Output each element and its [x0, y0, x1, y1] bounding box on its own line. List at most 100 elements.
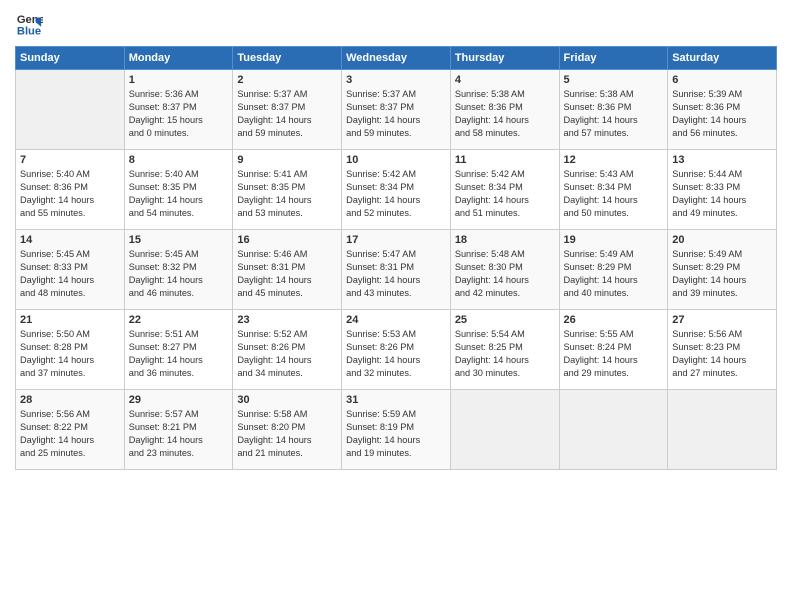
day-number: 17 [346, 234, 446, 246]
calendar-cell [16, 70, 125, 150]
day-info: Sunrise: 5:52 AM Sunset: 8:26 PM Dayligh… [237, 328, 337, 380]
calendar-cell: 11Sunrise: 5:42 AM Sunset: 8:34 PM Dayli… [450, 150, 559, 230]
day-info: Sunrise: 5:49 AM Sunset: 8:29 PM Dayligh… [564, 248, 664, 300]
day-header-thursday: Thursday [450, 47, 559, 70]
day-info: Sunrise: 5:40 AM Sunset: 8:35 PM Dayligh… [129, 168, 229, 220]
header: General Blue [15, 10, 777, 38]
calendar-cell [450, 390, 559, 470]
calendar-cell: 12Sunrise: 5:43 AM Sunset: 8:34 PM Dayli… [559, 150, 668, 230]
day-info: Sunrise: 5:45 AM Sunset: 8:33 PM Dayligh… [20, 248, 120, 300]
calendar-cell: 22Sunrise: 5:51 AM Sunset: 8:27 PM Dayli… [124, 310, 233, 390]
week-row-4: 21Sunrise: 5:50 AM Sunset: 8:28 PM Dayli… [16, 310, 777, 390]
day-info: Sunrise: 5:49 AM Sunset: 8:29 PM Dayligh… [672, 248, 772, 300]
calendar-cell: 21Sunrise: 5:50 AM Sunset: 8:28 PM Dayli… [16, 310, 125, 390]
day-number: 7 [20, 154, 120, 166]
svg-text:Blue: Blue [17, 25, 41, 37]
calendar-cell: 8 Sunrise: 5:40 AM Sunset: 8:35 PM Daylig… [124, 150, 233, 230]
day-number: 19 [564, 234, 664, 246]
day-header-sunday: Sunday [16, 47, 125, 70]
day-header-monday: Monday [124, 47, 233, 70]
week-row-2: 7 Sunrise: 5:40 AM Sunset: 8:36 PM Daylig… [16, 150, 777, 230]
calendar-cell: 6 Sunrise: 5:39 AM Sunset: 8:36 PM Daylig… [668, 70, 777, 150]
day-info: Sunrise: 5:48 AM Sunset: 8:30 PM Dayligh… [455, 248, 555, 300]
day-number: 8 [129, 154, 229, 166]
day-number: 13 [672, 154, 772, 166]
day-info: Sunrise: 5:37 AM Sunset: 8:37 PM Dayligh… [237, 88, 337, 140]
calendar-cell: 9Sunrise: 5:41 AM Sunset: 8:35 PM Daylig… [233, 150, 342, 230]
day-info: Sunrise: 5:37 AM Sunset: 8:37 PM Dayligh… [346, 88, 446, 140]
day-info: Sunrise: 5:44 AM Sunset: 8:33 PM Dayligh… [672, 168, 772, 220]
day-number: 15 [129, 234, 229, 246]
calendar-cell: 15 Sunrise: 5:45 AM Sunset: 8:32 PM Dayli… [124, 230, 233, 310]
calendar-cell: 30 Sunrise: 5:58 AM Sunset: 8:20 PM Dayli… [233, 390, 342, 470]
logo: General Blue [15, 10, 45, 38]
day-header-wednesday: Wednesday [342, 47, 451, 70]
calendar-cell: 10 Sunrise: 5:42 AM Sunset: 8:34 PM Dayli… [342, 150, 451, 230]
day-info: Sunrise: 5:55 AM Sunset: 8:24 PM Dayligh… [564, 328, 664, 380]
day-number: 20 [672, 234, 772, 246]
day-info: Sunrise: 5:42 AM Sunset: 8:34 PM Dayligh… [346, 168, 446, 220]
day-info: Sunrise: 5:50 AM Sunset: 8:28 PM Dayligh… [20, 328, 120, 380]
calendar-cell: 18 Sunrise: 5:48 AM Sunset: 8:30 PM Dayli… [450, 230, 559, 310]
day-info: Sunrise: 5:41 AM Sunset: 8:35 PM Dayligh… [237, 168, 337, 220]
calendar-cell: 25 Sunrise: 5:54 AM Sunset: 8:25 PM Dayli… [450, 310, 559, 390]
calendar-cell: 13 Sunrise: 5:44 AM Sunset: 8:33 PM Dayli… [668, 150, 777, 230]
calendar-cell: 19 Sunrise: 5:49 AM Sunset: 8:29 PM Dayli… [559, 230, 668, 310]
day-number: 12 [564, 154, 664, 166]
day-number: 23 [237, 314, 337, 326]
calendar-cell: 16 Sunrise: 5:46 AM Sunset: 8:31 PM Dayli… [233, 230, 342, 310]
day-number: 25 [455, 314, 555, 326]
main-container: General Blue SundayMondayTuesdayWednesda… [0, 0, 792, 612]
day-number: 18 [455, 234, 555, 246]
day-number: 31 [346, 394, 446, 406]
day-info: Sunrise: 5:54 AM Sunset: 8:25 PM Dayligh… [455, 328, 555, 380]
day-info: Sunrise: 5:58 AM Sunset: 8:20 PM Dayligh… [237, 408, 337, 460]
day-info: Sunrise: 5:46 AM Sunset: 8:31 PM Dayligh… [237, 248, 337, 300]
week-row-3: 14Sunrise: 5:45 AM Sunset: 8:33 PM Dayli… [16, 230, 777, 310]
week-row-1: 1 Sunrise: 5:36 AM Sunset: 8:37 PM Daylig… [16, 70, 777, 150]
day-number: 22 [129, 314, 229, 326]
calendar-cell: 23 Sunrise: 5:52 AM Sunset: 8:26 PM Dayli… [233, 310, 342, 390]
day-number: 24 [346, 314, 446, 326]
day-info: Sunrise: 5:36 AM Sunset: 8:37 PM Dayligh… [129, 88, 229, 140]
day-number: 16 [237, 234, 337, 246]
day-number: 4 [455, 74, 555, 86]
day-info: Sunrise: 5:57 AM Sunset: 8:21 PM Dayligh… [129, 408, 229, 460]
calendar-cell: 26 Sunrise: 5:55 AM Sunset: 8:24 PM Dayli… [559, 310, 668, 390]
day-info: Sunrise: 5:59 AM Sunset: 8:19 PM Dayligh… [346, 408, 446, 460]
calendar-cell: 14Sunrise: 5:45 AM Sunset: 8:33 PM Dayli… [16, 230, 125, 310]
day-info: Sunrise: 5:53 AM Sunset: 8:26 PM Dayligh… [346, 328, 446, 380]
day-number: 26 [564, 314, 664, 326]
calendar-cell: 28Sunrise: 5:56 AM Sunset: 8:22 PM Dayli… [16, 390, 125, 470]
logo-icon: General Blue [15, 10, 43, 38]
day-number: 29 [129, 394, 229, 406]
day-number: 6 [672, 74, 772, 86]
calendar-table: SundayMondayTuesdayWednesdayThursdayFrid… [15, 46, 777, 470]
day-number: 10 [346, 154, 446, 166]
header-row: SundayMondayTuesdayWednesdayThursdayFrid… [16, 47, 777, 70]
calendar-cell: 24 Sunrise: 5:53 AM Sunset: 8:26 PM Dayli… [342, 310, 451, 390]
day-number: 2 [237, 74, 337, 86]
day-info: Sunrise: 5:40 AM Sunset: 8:36 PM Dayligh… [20, 168, 120, 220]
calendar-cell: 1 Sunrise: 5:36 AM Sunset: 8:37 PM Daylig… [124, 70, 233, 150]
calendar-cell: 2 Sunrise: 5:37 AM Sunset: 8:37 PM Daylig… [233, 70, 342, 150]
calendar-cell: 4 Sunrise: 5:38 AM Sunset: 8:36 PM Daylig… [450, 70, 559, 150]
day-header-tuesday: Tuesday [233, 47, 342, 70]
calendar-cell [668, 390, 777, 470]
day-info: Sunrise: 5:38 AM Sunset: 8:36 PM Dayligh… [455, 88, 555, 140]
day-number: 30 [237, 394, 337, 406]
day-info: Sunrise: 5:56 AM Sunset: 8:22 PM Dayligh… [20, 408, 120, 460]
day-info: Sunrise: 5:42 AM Sunset: 8:34 PM Dayligh… [455, 168, 555, 220]
day-info: Sunrise: 5:39 AM Sunset: 8:36 PM Dayligh… [672, 88, 772, 140]
day-number: 3 [346, 74, 446, 86]
day-header-saturday: Saturday [668, 47, 777, 70]
calendar-cell: 27Sunrise: 5:56 AM Sunset: 8:23 PM Dayli… [668, 310, 777, 390]
day-number: 1 [129, 74, 229, 86]
calendar-cell: 3 Sunrise: 5:37 AM Sunset: 8:37 PM Daylig… [342, 70, 451, 150]
day-number: 27 [672, 314, 772, 326]
day-number: 5 [564, 74, 664, 86]
day-info: Sunrise: 5:45 AM Sunset: 8:32 PM Dayligh… [129, 248, 229, 300]
day-header-friday: Friday [559, 47, 668, 70]
calendar-cell: 20 Sunrise: 5:49 AM Sunset: 8:29 PM Dayli… [668, 230, 777, 310]
calendar-cell: 31 Sunrise: 5:59 AM Sunset: 8:19 PM Dayli… [342, 390, 451, 470]
